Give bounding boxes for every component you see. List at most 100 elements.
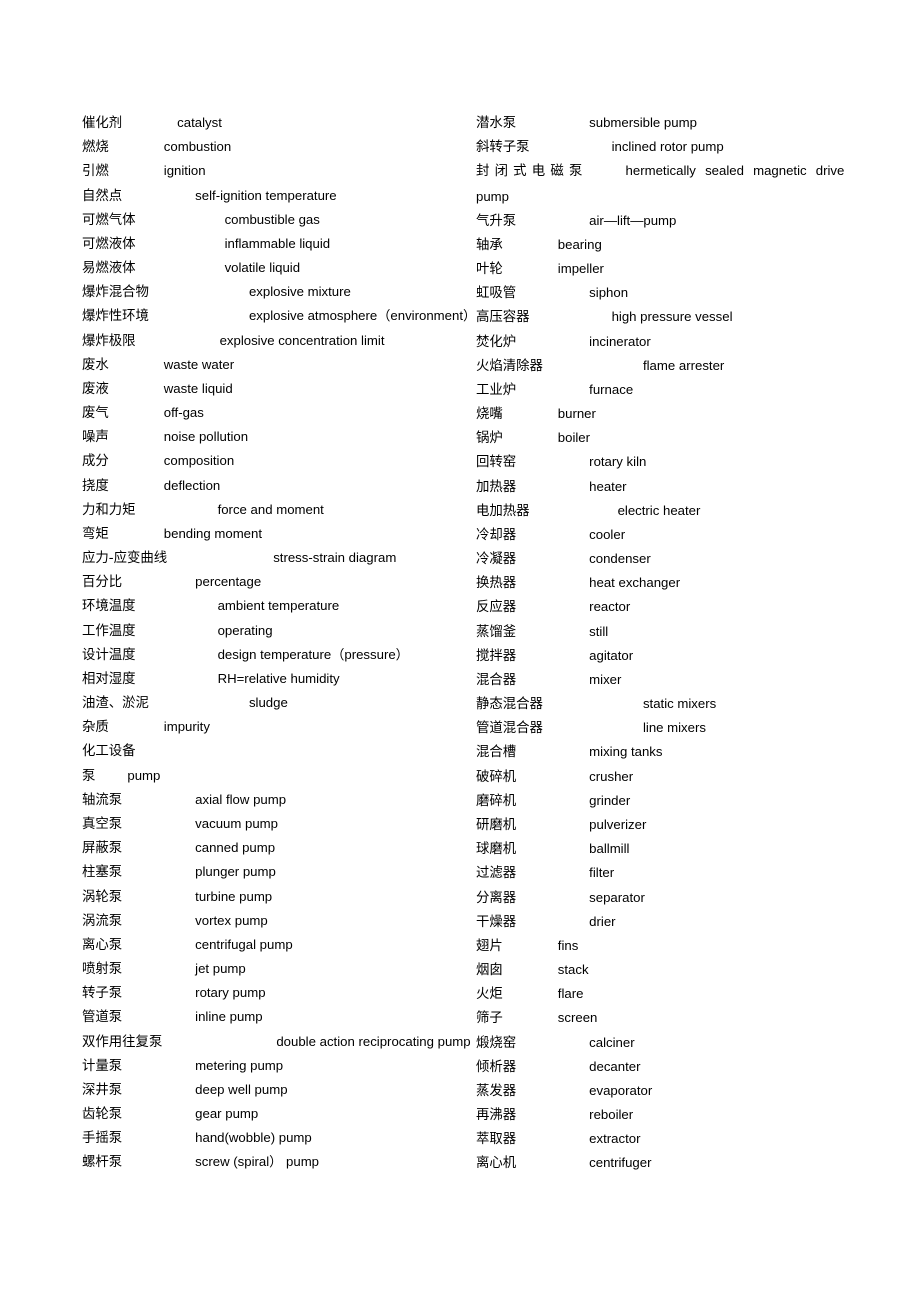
glossary-entry: 烟囱 stack (476, 958, 876, 982)
term-english: plunger pump (195, 864, 276, 880)
glossary-entry: 噪声 noise pollution (82, 425, 452, 449)
term-chinese: 涡轮泵 (82, 889, 123, 905)
term-chinese: 工作温度 (82, 623, 136, 639)
term-chinese: 爆炸极限 (82, 333, 136, 349)
term-english: heat exchanger (589, 575, 681, 591)
term-chinese: 爆炸性环境 (82, 309, 149, 325)
term-chinese: 喷射泵 (82, 962, 123, 978)
term-english: metering pump (195, 1057, 284, 1073)
term-chinese: 静态混合器 (476, 697, 543, 713)
glossary-entry: 离心泵 centrifugal pump (82, 933, 452, 957)
term-chinese: 催化剂 (82, 116, 123, 131)
term-english: air—lift—pump (589, 212, 677, 228)
term-chinese: 废气 (82, 406, 109, 422)
glossary-entry: 爆炸极限 explosive concentration limit (82, 329, 452, 353)
term-english: heater (589, 478, 627, 494)
term-chinese: 轴承 (476, 237, 503, 253)
term-english: pump (127, 767, 161, 783)
term-english: operating (217, 622, 273, 638)
term-chinese: 球磨机 (476, 842, 517, 858)
term-english-continued: pump (476, 188, 509, 204)
term-chinese: 真空泵 (82, 816, 123, 832)
term-english: ignition (163, 163, 206, 179)
term-chinese: 弯矩 (82, 526, 109, 542)
glossary-entry: 混合器 mixer (476, 668, 876, 692)
term-english: impeller (557, 261, 604, 277)
term-chinese: 爆炸混合物 (82, 285, 149, 301)
term-english: centrifugal pump (195, 936, 293, 952)
term-chinese: 混合槽 (476, 745, 517, 761)
glossary-entry: 气升泵 air—lift—pump (476, 209, 876, 233)
term-chinese: 烧嘴 (476, 407, 503, 423)
glossary-entry: 烧嘴 burner (476, 402, 876, 426)
term-chinese: 螺杆泵 (82, 1155, 123, 1171)
term-english: inline pump (195, 1009, 263, 1025)
glossary-entry: 真空泵 vacuum pump (82, 812, 452, 836)
term-english: double action reciprocating pump (276, 1033, 471, 1049)
term-chinese: 高压容器 (476, 310, 530, 326)
term-english: separator (589, 889, 645, 905)
term-chinese: 易燃液体 (82, 261, 136, 277)
glossary-entry: 杂质 impurity (82, 715, 452, 739)
term-english: inclined rotor pump (611, 139, 724, 155)
term-english: volatile liquid (224, 260, 301, 276)
glossary-entry: 加热器 heater (476, 475, 876, 499)
glossary-entry: 涡轮泵 turbine pump (82, 885, 452, 909)
glossary-entry: 轴承 bearing (476, 233, 876, 257)
term-chinese: 烟囱 (476, 963, 503, 979)
term-chinese: 锅炉 (476, 431, 503, 447)
glossary-entry: 静态混合器 static mixers (476, 692, 876, 716)
term-english: screen (557, 1010, 598, 1026)
term-english: explosive atmosphere（environment） (248, 308, 477, 324)
glossary-entry: 弯矩 bending moment (82, 522, 452, 546)
glossary-entry: 螺杆泵 screw (spiral） pump (82, 1150, 452, 1174)
glossary-entry: 手摇泵 hand(wobble) pump (82, 1126, 452, 1150)
term-english: force and moment (217, 501, 324, 517)
term-english: pulverizer (589, 817, 647, 832)
term-chinese: 杂质 (82, 720, 109, 736)
glossary-entry: 锅炉 boiler (476, 426, 876, 450)
glossary-entry: 自然点 self-ignition temperature (82, 184, 452, 208)
glossary-entry: 冷凝器 condenser (476, 547, 876, 571)
glossary-entry: 回转窑 rotary kiln (476, 450, 876, 474)
glossary-entry: 萃取器 extractor (476, 1127, 876, 1151)
term-chinese: 燃烧 (82, 140, 109, 156)
term-english: condenser (589, 551, 651, 567)
term-chinese: 力和力矩 (82, 502, 136, 518)
glossary-entry: 引燃 ignition (82, 159, 452, 183)
term-chinese: 可燃液体 (82, 236, 136, 252)
term-english: bending moment (163, 525, 263, 541)
term-english: mixing tanks (589, 744, 663, 760)
term-english: still (589, 623, 609, 639)
term-english: deep well pump (195, 1081, 288, 1097)
term-english: electric heater (617, 502, 701, 518)
glossary-entry: 冷却器 cooler (476, 523, 876, 547)
term-english: evaporator (589, 1082, 653, 1098)
term-chinese: 管道泵 (82, 1010, 123, 1026)
term-chinese: 成分 (82, 454, 109, 470)
term-chinese: 反应器 (476, 600, 517, 616)
term-english: gear pump (195, 1106, 259, 1122)
term-chinese: 相对湿度 (82, 671, 136, 687)
term-english: design temperature（pressure） (217, 646, 409, 662)
glossary-entry: 转子泵 rotary pump (82, 981, 452, 1005)
term-english: reactor (589, 599, 631, 615)
term-chinese: 双作用往复泵 (82, 1034, 163, 1050)
term-chinese: 再沸器 (476, 1108, 517, 1124)
term-chinese: 混合器 (476, 672, 517, 688)
term-english: bearing (557, 236, 602, 252)
glossary-entry: 潜水泵 submersible pump (476, 111, 876, 135)
glossary-entry: 煅烧窑 calciner (476, 1031, 876, 1055)
term-chinese: 涡流泵 (82, 913, 123, 929)
term-english: hermetically sealed magnetic drive (625, 163, 845, 179)
term-english: noise pollution (163, 429, 249, 445)
term-english: siphon (589, 285, 629, 301)
term-english: crusher (589, 768, 634, 784)
glossary-entry: 蒸馏釜 still (476, 620, 876, 644)
term-english: rotary kiln (589, 454, 647, 470)
term-english: flame arrester (642, 357, 725, 373)
glossary-entry: 工作温度 operating (82, 619, 452, 643)
glossary-entry: 挠度 deflection (82, 474, 452, 498)
term-english: burner (557, 406, 596, 422)
glossary-entry: 再沸器 reboiler (476, 1103, 876, 1127)
